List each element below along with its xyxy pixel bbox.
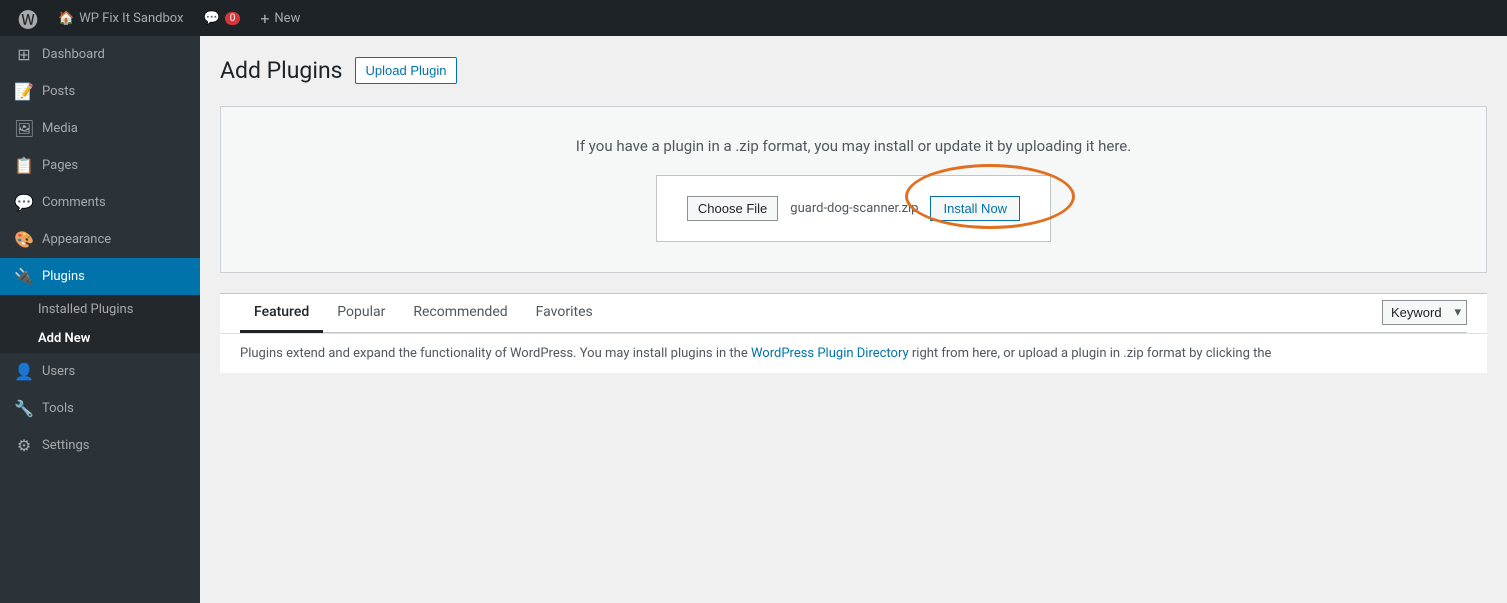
comments-link[interactable]: 💬 0 — [194, 0, 251, 36]
search-type-select[interactable]: Keyword Author Tag — [1382, 300, 1467, 325]
choose-file-button[interactable]: Choose File — [687, 196, 778, 221]
sidebar-item-plugins[interactable]: 🔌 Plugins — [0, 258, 200, 295]
upload-area: If you have a plugin in a .zip format, y… — [220, 106, 1487, 273]
users-icon: 👤 — [14, 362, 34, 381]
tab-popular[interactable]: Popular — [323, 294, 399, 333]
new-content-link[interactable]: + New — [250, 0, 310, 36]
sidebar-item-posts[interactable]: 📝 Posts — [0, 73, 200, 110]
sidebar-item-label: Users — [42, 364, 75, 379]
wp-logo-link[interactable]: 🅦 — [8, 0, 48, 36]
tools-icon: 🔧 — [14, 399, 34, 418]
sidebar-item-comments[interactable]: 💬 Comments — [0, 184, 200, 221]
tabs-section: Featured Popular Recommended Favorites K… — [220, 293, 1487, 333]
sidebar-submenu-installed-plugins[interactable]: Installed Plugins — [0, 295, 200, 324]
home-icon: 🏠 — [58, 11, 74, 26]
tab-favorites[interactable]: Favorites — [522, 294, 607, 333]
sidebar-submenu-add-new[interactable]: Add New — [0, 324, 200, 353]
comments-sidebar-icon: 💬 — [14, 193, 34, 212]
tabs-nav: Featured Popular Recommended Favorites K… — [240, 294, 1467, 333]
sidebar: ⊞ Dashboard 📝 Posts 🖼 Media 📋 Pages 💬 Co… — [0, 36, 200, 603]
installed-plugins-label: Installed Plugins — [38, 302, 133, 317]
sidebar-item-media[interactable]: 🖼 Media — [0, 110, 200, 147]
site-name-link[interactable]: 🏠 WP Fix It Sandbox — [48, 0, 194, 36]
plugins-info: Plugins extend and expand the functional… — [220, 333, 1487, 373]
tab-recommended[interactable]: Recommended — [399, 294, 521, 333]
pages-icon: 📋 — [14, 156, 34, 175]
sidebar-item-settings[interactable]: ⚙ Settings — [0, 427, 200, 464]
add-new-label: Add New — [38, 331, 90, 346]
settings-icon: ⚙ — [14, 436, 34, 455]
sidebar-item-label: Appearance — [42, 232, 111, 247]
upload-plugin-button[interactable]: Upload Plugin — [355, 57, 458, 84]
page-title: Add Plugins — [220, 56, 343, 86]
dashboard-icon: ⊞ — [14, 45, 34, 64]
tab-search-container: Keyword Author Tag — [1382, 300, 1467, 325]
sidebar-item-pages[interactable]: 📋 Pages — [0, 147, 200, 184]
plugin-directory-link[interactable]: WordPress Plugin Directory — [751, 346, 909, 361]
upload-description: If you have a plugin in a .zip format, y… — [241, 137, 1466, 155]
new-label: New — [274, 11, 300, 26]
plugins-submenu: Installed Plugins Add New — [0, 295, 200, 353]
search-select-wrapper: Keyword Author Tag — [1382, 300, 1467, 325]
sidebar-item-label: Posts — [42, 84, 75, 99]
plugins-info-text: Plugins extend and expand the functional… — [240, 346, 751, 361]
admin-bar: 🅦 🏠 WP Fix It Sandbox 💬 0 + New — [0, 0, 1507, 36]
sidebar-item-dashboard[interactable]: ⊞ Dashboard — [0, 36, 200, 73]
sidebar-item-label: Dashboard — [42, 47, 105, 62]
comments-badge: 0 — [225, 12, 241, 25]
file-upload-box: Choose File guard-dog-scanner.zip Instal… — [656, 175, 1051, 242]
sidebar-item-appearance[interactable]: 🎨 Appearance — [0, 221, 200, 258]
plugins-info-text2: right from here, or upload a plugin in .… — [912, 346, 1272, 361]
comments-icon: 💬 — [204, 11, 220, 26]
file-name-display: guard-dog-scanner.zip — [790, 201, 918, 216]
main-content: Add Plugins Upload Plugin If you have a … — [200, 36, 1507, 603]
tab-featured[interactable]: Featured — [240, 294, 323, 333]
sidebar-item-label: Settings — [42, 438, 89, 453]
page-header: Add Plugins Upload Plugin — [220, 56, 1487, 86]
appearance-icon: 🎨 — [14, 230, 34, 249]
sidebar-item-label: Tools — [42, 401, 74, 416]
plus-icon: + — [260, 9, 269, 28]
sidebar-item-label: Plugins — [42, 269, 85, 284]
sidebar-item-users[interactable]: 👤 Users — [0, 353, 200, 390]
plugins-icon: 🔌 — [14, 267, 34, 286]
sidebar-item-tools[interactable]: 🔧 Tools — [0, 390, 200, 427]
sidebar-item-label: Media — [42, 121, 78, 136]
sidebar-item-label: Pages — [42, 158, 78, 173]
main-layout: ⊞ Dashboard 📝 Posts 🖼 Media 📋 Pages 💬 Co… — [0, 36, 1507, 603]
sidebar-item-label: Comments — [42, 195, 106, 210]
wp-logo-icon: 🅦 — [18, 4, 38, 33]
media-icon: 🖼 — [14, 119, 34, 138]
site-name: WP Fix It Sandbox — [79, 11, 183, 26]
install-now-button[interactable]: Install Now — [930, 196, 1020, 221]
posts-icon: 📝 — [14, 82, 34, 101]
